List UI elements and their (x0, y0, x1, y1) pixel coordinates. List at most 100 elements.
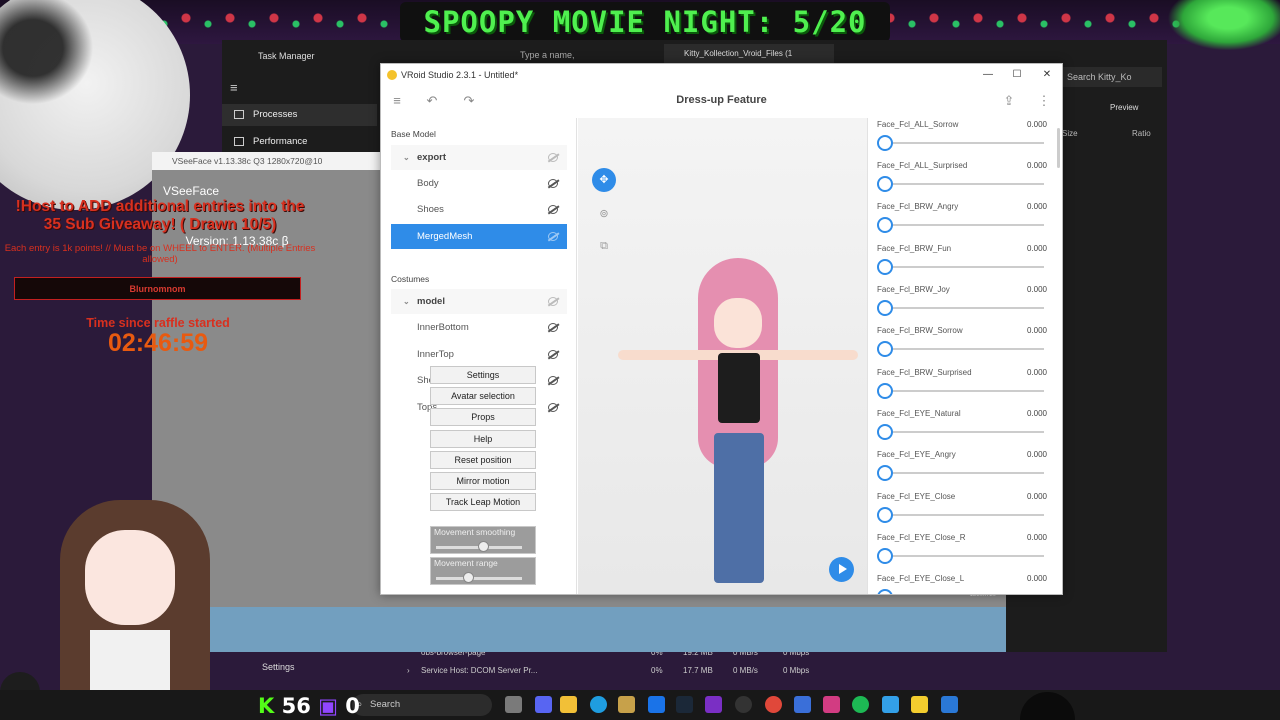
obs-icon[interactable] (735, 696, 752, 713)
movement-range-slider[interactable]: Movement range (430, 557, 536, 585)
slider-track[interactable] (885, 348, 1044, 350)
slider-knob[interactable] (462, 572, 474, 583)
minimize-icon[interactable]: — (981, 68, 995, 82)
tree-group-export[interactable]: ⌄ export (391, 145, 567, 170)
task-manager-search-input[interactable]: Type a name, publisher,... (490, 46, 620, 78)
preview-toggle[interactable]: Preview (1110, 103, 1138, 112)
blendshape-value[interactable]: 0.000 (1027, 409, 1047, 418)
slider-track[interactable] (885, 390, 1044, 392)
mirror-motion-button[interactable]: Mirror motion (430, 472, 536, 490)
vpn-icon[interactable] (648, 696, 665, 713)
slider-knob[interactable] (877, 383, 893, 399)
slider-knob[interactable] (877, 341, 893, 357)
slider-track[interactable] (885, 266, 1044, 268)
hamburger-menu-icon[interactable]: ≡ (230, 80, 238, 95)
slider-knob[interactable] (877, 507, 893, 523)
blendshape-value[interactable]: 0.000 (1027, 202, 1047, 211)
play-animation-button[interactable] (829, 557, 854, 582)
visibility-off-icon[interactable] (548, 205, 558, 214)
close-icon[interactable]: ✕ (1040, 68, 1054, 82)
zoom-camera-icon[interactable]: ⧉ (592, 234, 616, 258)
vroid-taskbar-icon[interactable] (911, 696, 928, 713)
export-icon[interactable]: ⇪ (1001, 93, 1017, 109)
track-leap-motion-button[interactable]: Track Leap Motion (430, 493, 536, 511)
visibility-off-icon[interactable] (548, 153, 558, 162)
slider-knob[interactable] (877, 135, 893, 151)
slider-knob[interactable] (877, 259, 893, 275)
tree-item-body[interactable]: Body (391, 171, 567, 196)
slider-knob[interactable] (877, 217, 893, 233)
tm-nav-performance[interactable]: Performance (222, 131, 377, 153)
table-row[interactable]: › Service Host: DCOM Server Pr... 0% 17.… (397, 662, 897, 680)
file-explorer-icon[interactable] (560, 696, 577, 713)
slider-track[interactable] (885, 183, 1044, 185)
slider-track[interactable] (436, 577, 522, 580)
blendshape-value[interactable]: 0.000 (1027, 492, 1047, 501)
tree-item-shoes[interactable]: Shoes (391, 197, 567, 222)
explorer-tab[interactable]: Kitty_Kollection_Vroid_Files (1 (664, 44, 834, 64)
slider-track[interactable] (885, 224, 1044, 226)
chevron-down-icon[interactable]: ⌄ (403, 145, 410, 170)
taskbar-search[interactable]: ⌕ Search (352, 694, 492, 716)
blendshape-value[interactable]: 0.000 (1027, 326, 1047, 335)
tree-item-mergedmesh[interactable]: MergedMesh (391, 224, 567, 249)
vseeface-taskbar-icon[interactable] (941, 696, 958, 713)
maps-pin-icon[interactable] (823, 696, 840, 713)
slider-knob[interactable] (877, 424, 893, 440)
visibility-off-icon[interactable] (548, 232, 558, 241)
blendshape-value[interactable]: 0.000 (1027, 533, 1047, 542)
tree-item-innerbottom[interactable]: InnerBottom (391, 315, 567, 340)
tm-nav-processes[interactable]: Processes (222, 104, 377, 126)
chrome-icon[interactable] (765, 696, 782, 713)
avatar-selection-button[interactable]: Avatar selection (430, 387, 536, 405)
slider-knob[interactable] (877, 300, 893, 316)
blendshape-value[interactable]: 0.000 (1027, 244, 1047, 253)
move-camera-icon[interactable]: ✥ (592, 168, 616, 192)
visibility-off-icon[interactable] (548, 350, 558, 359)
photos-icon[interactable] (882, 696, 899, 713)
scrollbar[interactable] (1057, 128, 1060, 168)
settings-button[interactable]: Settings (430, 366, 536, 384)
column-size[interactable]: Size (1062, 129, 1078, 138)
help-button[interactable]: Help (430, 430, 536, 448)
vscode-icon[interactable] (794, 696, 811, 713)
model-viewport[interactable]: ✥ ⊚ ⧉ (578, 118, 867, 594)
task-view-icon[interactable] (505, 696, 522, 713)
slider-knob[interactable] (478, 541, 490, 552)
settings-label[interactable]: Settings (262, 662, 295, 672)
chevron-down-icon[interactable]: ⌄ (403, 289, 410, 314)
visibility-off-icon[interactable] (548, 403, 558, 412)
visibility-off-icon[interactable] (548, 179, 558, 188)
steam-icon[interactable] (676, 696, 693, 713)
slider-knob[interactable] (877, 465, 893, 481)
slider-knob[interactable] (877, 589, 893, 594)
blendshape-value[interactable]: 0.000 (1027, 574, 1047, 583)
visibility-off-icon[interactable] (548, 376, 558, 385)
slider-track[interactable] (885, 307, 1044, 309)
visibility-off-icon[interactable] (548, 297, 558, 306)
blendshape-value[interactable]: 0.000 (1027, 450, 1047, 459)
blendshape-value[interactable]: 0.000 (1027, 285, 1047, 294)
props-button[interactable]: Props (430, 408, 536, 426)
blendshape-value[interactable]: 0.000 (1027, 120, 1047, 129)
spotify-icon[interactable] (852, 696, 869, 713)
rotate-camera-icon[interactable]: ⊚ (592, 202, 616, 226)
slider-track[interactable] (885, 514, 1044, 516)
column-ratio[interactable]: Ratio (1132, 129, 1151, 138)
more-options-icon[interactable]: ⋮ (1036, 93, 1052, 109)
chevron-right-icon[interactable]: › (407, 662, 410, 680)
slider-track[interactable] (885, 472, 1044, 474)
slider-knob[interactable] (877, 176, 893, 192)
movement-smoothing-slider[interactable]: Movement smoothing (430, 526, 536, 554)
blendshape-value[interactable]: 0.000 (1027, 161, 1047, 170)
slider-track[interactable] (885, 142, 1044, 144)
discord-icon[interactable] (535, 696, 552, 713)
tree-item-innertop[interactable]: InnerTop (391, 342, 567, 367)
slider-knob[interactable] (877, 548, 893, 564)
blendshape-value[interactable]: 0.000 (1027, 368, 1047, 377)
tree-group-model[interactable]: ⌄ model (391, 289, 567, 314)
maximize-icon[interactable]: ☐ (1010, 68, 1024, 82)
slider-track[interactable] (885, 431, 1044, 433)
explorer-search-input[interactable]: Search Kitty_Ko (1062, 67, 1162, 87)
world-of-warcraft-icon[interactable] (618, 696, 635, 713)
